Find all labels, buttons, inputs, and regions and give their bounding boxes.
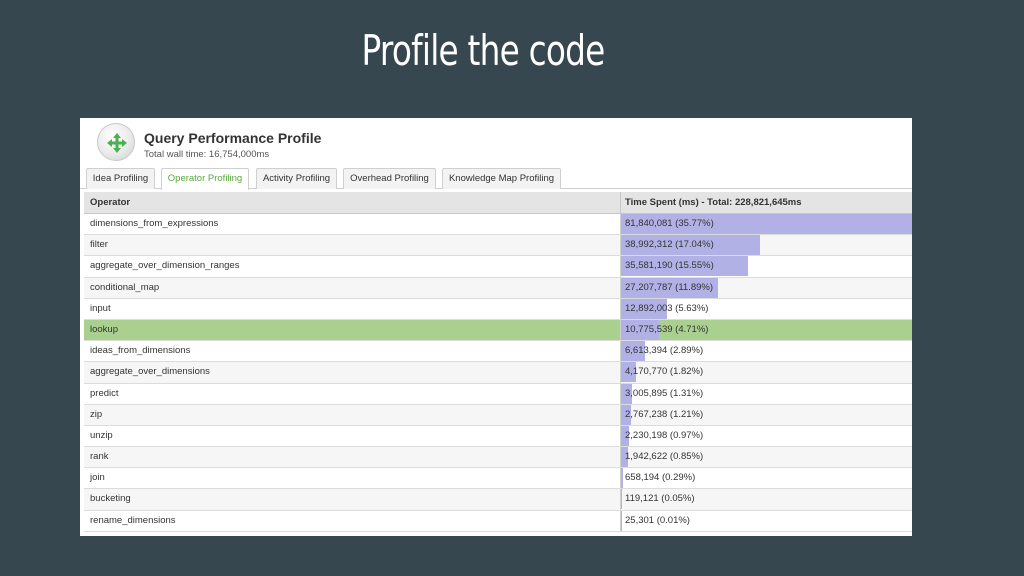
time-value: 1,942,622 (0.85%) xyxy=(625,451,704,463)
operator-name: join xyxy=(90,472,105,484)
time-value: 81,840,081 (35.77%) xyxy=(625,218,714,229)
operator-name: unzip xyxy=(90,429,113,441)
time-value: 658,194 (0.29%) xyxy=(625,472,696,484)
operator-name: filter xyxy=(90,239,108,251)
operator-name: predict xyxy=(90,387,119,399)
panel-title: Query Performance Profile xyxy=(144,130,322,146)
table-header: Operator Time Spent (ms) - Total: 228,82… xyxy=(84,192,912,214)
tab-activity-profiling[interactable]: Activity Profiling xyxy=(256,168,337,189)
profiling-tabs: Idea Profiling Operator Profiling Activi… xyxy=(80,168,912,190)
table-row[interactable]: unzip 2,230,198 (0.97%) xyxy=(84,425,912,448)
table-row[interactable]: join 658,194 (0.29%) xyxy=(84,468,912,490)
column-divider xyxy=(620,192,621,214)
operator-name: ideas_from_dimensions xyxy=(90,345,191,357)
tab-idea-profiling[interactable]: Idea Profiling xyxy=(86,168,155,189)
time-value: 2,767,238 (1.21%) xyxy=(625,408,704,420)
operator-name: lookup xyxy=(90,323,118,335)
query-performance-panel: Query Performance Profile Total wall tim… xyxy=(80,118,912,536)
table-row[interactable]: filter 38,992,312 (17.04%) xyxy=(84,235,912,257)
operator-name: bucketing xyxy=(90,493,131,505)
table-row[interactable]: aggregate_over_dimensions 4,170,770 (1.82… xyxy=(84,362,912,384)
operator-table: Operator Time Spent (ms) - Total: 228,82… xyxy=(84,192,912,532)
table-body: dimensions_from_expressions 81,840,081 (3… xyxy=(84,214,912,532)
table-row[interactable]: zip 2,767,238 (1.21%) xyxy=(84,404,912,426)
operator-name: conditional_map xyxy=(90,281,160,293)
column-header-time-spent[interactable]: Time Spent (ms) - Total: 228,821,645ms xyxy=(625,197,802,208)
table-row[interactable]: input 12,892,003 (5.63%) xyxy=(84,298,912,320)
time-value: 38,992,312 (17.04%) xyxy=(625,239,714,251)
time-value: 119,121 (0.05%) xyxy=(625,493,695,505)
slide-title: Profile the code xyxy=(361,26,606,75)
table-row[interactable]: conditional_map 27,207,787 (11.89%) xyxy=(84,277,912,299)
time-value: 25,301 (0.01%) xyxy=(625,514,690,526)
operator-name: dimensions_from_expressions xyxy=(90,218,219,229)
tab-overhead-profiling[interactable]: Overhead Profiling xyxy=(343,168,436,189)
tab-operator-profiling[interactable]: Operator Profiling xyxy=(161,168,249,190)
time-bar xyxy=(621,489,622,510)
time-value: 12,892,003 (5.63%) xyxy=(625,302,709,314)
table-row[interactable]: lookup 10,775,539 (4.71%) xyxy=(84,319,912,342)
operator-name: aggregate_over_dimension_ranges xyxy=(90,260,240,272)
time-value: 35,581,190 (15.55%) xyxy=(625,260,714,272)
operator-name: rename_dimensions xyxy=(90,514,176,526)
time-value: 3,005,895 (1.31%) xyxy=(625,387,704,399)
table-row[interactable]: ideas_from_dimensions 6,613,394 (2.89%) xyxy=(84,341,912,363)
time-value: 2,230,198 (0.97%) xyxy=(625,429,704,441)
time-value: 27,207,787 (11.89%) xyxy=(625,281,714,293)
column-header-operator[interactable]: Operator xyxy=(90,197,130,208)
table-row[interactable]: aggregate_over_dimension_ranges 35,581,19… xyxy=(84,256,912,278)
total-wall-time: Total wall time: 16,754,000ms xyxy=(144,149,270,160)
operator-name: rank xyxy=(90,451,109,463)
panel-header: Query Performance Profile Total wall tim… xyxy=(80,118,912,168)
time-value: 6,613,394 (2.89%) xyxy=(625,345,704,357)
time-bar xyxy=(621,510,622,531)
table-row[interactable]: rank 1,942,622 (0.85%) xyxy=(84,447,912,469)
operator-name: aggregate_over_dimensions xyxy=(90,366,210,378)
table-row[interactable]: predict 3,005,895 (1.31%) xyxy=(84,383,912,405)
time-bar xyxy=(621,468,624,489)
tab-knowledge-map-profiling[interactable]: Knowledge Map Profiling xyxy=(442,168,561,189)
time-value: 4,170,770 (1.82%) xyxy=(625,366,704,378)
table-row[interactable]: bucketing 119,121 (0.05%) xyxy=(84,489,912,511)
time-value: 10,775,539 (4.71%) xyxy=(625,323,709,335)
operator-name: input xyxy=(90,302,111,314)
operator-name: zip xyxy=(90,408,103,420)
table-row[interactable]: rename_dimensions 25,301 (0.01%) xyxy=(84,510,912,532)
move-arrows-icon xyxy=(97,123,135,161)
table-row[interactable]: dimensions_from_expressions 81,840,081 (3… xyxy=(84,214,912,236)
